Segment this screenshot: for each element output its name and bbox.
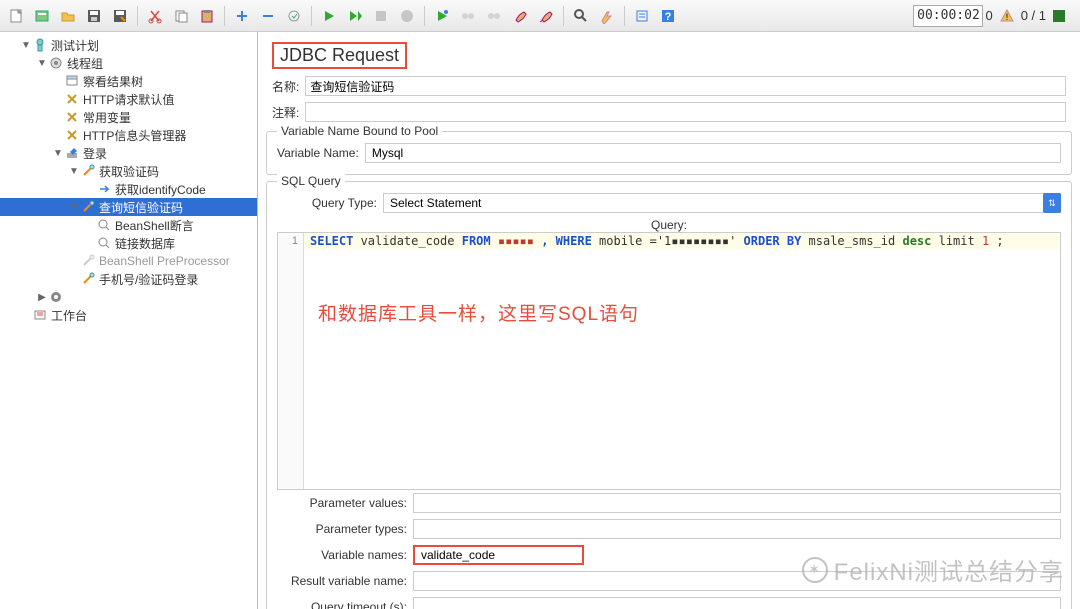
remote-start-all-icon[interactable] — [456, 4, 480, 28]
comment-input[interactable] — [305, 102, 1066, 122]
query-type-label: Query Type: — [277, 196, 377, 210]
function-helper-icon[interactable] — [630, 4, 654, 28]
result-var-label: Result variable name: — [277, 574, 407, 588]
run-icon[interactable] — [317, 4, 341, 28]
name-input[interactable] — [305, 76, 1066, 96]
search-icon[interactable] — [569, 4, 593, 28]
test-plan-tree[interactable]: ▼测试计划 ▼线程组 察看结果树 HTTP请求默认值 常用变量 HTTP信息头管… — [0, 32, 258, 609]
param-types-label: Parameter types: — [277, 522, 407, 536]
help-icon[interactable]: ? — [656, 4, 680, 28]
clear-all-icon[interactable] — [534, 4, 558, 28]
tree-query-sms[interactable]: ▼查询短信验证码 — [0, 198, 257, 216]
tree-view-results[interactable]: 察看结果树 — [0, 72, 257, 90]
thread-status-icon — [1052, 9, 1066, 23]
copy-icon[interactable] — [169, 4, 193, 28]
warn-count: 0 — [985, 8, 992, 23]
shutdown-icon[interactable] — [395, 4, 419, 28]
warning-icon[interactable]: ! — [999, 8, 1015, 24]
query-header: Query: — [277, 216, 1061, 232]
paste-icon[interactable] — [195, 4, 219, 28]
open-icon[interactable] — [56, 4, 80, 28]
tree-workbench[interactable]: 工作台 — [0, 306, 257, 324]
templates-icon[interactable] — [30, 4, 54, 28]
editor-pane: JDBC Request 名称: 注释: Variable Name Bound… — [258, 32, 1080, 609]
variable-name-label: Variable Name: — [277, 146, 359, 160]
stop-icon[interactable] — [369, 4, 393, 28]
sql-line-1[interactable]: SELECT validate_code FROM ▪▪▪▪▪ , WHERE … — [304, 233, 1060, 249]
save-icon[interactable] — [82, 4, 106, 28]
comment-label: 注释: — [272, 104, 299, 121]
param-values-input[interactable] — [413, 493, 1061, 513]
tree-header-mgr[interactable]: HTTP信息头管理器 — [0, 126, 257, 144]
save-as-icon[interactable] — [108, 4, 132, 28]
new-icon[interactable] — [4, 4, 28, 28]
result-var-input[interactable] — [413, 571, 1061, 591]
clear-icon[interactable] — [508, 4, 532, 28]
remote-stop-icon[interactable] — [482, 4, 506, 28]
sql-fieldset: SQL Query Query Type: ⇅ Query: 1 SELECT … — [266, 181, 1072, 609]
tree-beanshell-pre[interactable]: BeanShell PreProcessor — [0, 252, 257, 270]
tree-http-defaults[interactable]: HTTP请求默认值 — [0, 90, 257, 108]
tree-login[interactable]: ▼登录 — [0, 144, 257, 162]
run-noTimer-icon[interactable] — [343, 4, 367, 28]
svg-text:!: ! — [1005, 12, 1008, 22]
tree-get-code[interactable]: ▼获取验证码 — [0, 162, 257, 180]
tree-user-vars[interactable]: 常用变量 — [0, 108, 257, 126]
toggle-icon[interactable] — [282, 4, 306, 28]
query-timeout-label: Query timeout (s): — [277, 600, 407, 609]
variable-names-label: Variable names: — [277, 548, 407, 562]
component-title: JDBC Request — [272, 42, 407, 69]
variable-name-input[interactable] — [365, 143, 1061, 163]
remote-start-icon[interactable] — [430, 4, 454, 28]
name-label: 名称: — [272, 78, 299, 95]
elapsed-timer: 00:00:02 — [913, 5, 983, 27]
sql-editor[interactable]: 1 SELECT validate_code FROM ▪▪▪▪▪ , WHER… — [277, 232, 1061, 490]
query-type-select[interactable] — [383, 193, 1061, 213]
main-toolbar: ? 00:00:02 0 ! 0 / 1 — [0, 0, 1080, 32]
tree-gear[interactable]: ▶ — [0, 288, 257, 306]
cut-icon[interactable] — [143, 4, 167, 28]
variable-names-input[interactable] — [413, 545, 584, 565]
tree-identify-code[interactable]: 获取identifyCode — [0, 180, 257, 198]
annotation-text: 和数据库工具一样，这里写SQL语句 — [318, 299, 639, 326]
reset-search-icon[interactable] — [595, 4, 619, 28]
tree-jdbc-conn[interactable]: 链接数据库 — [0, 234, 257, 252]
thread-count: 0 / 1 — [1021, 8, 1046, 23]
tree-phone-login[interactable]: 手机号/验证码登录 — [0, 270, 257, 288]
expand-icon[interactable] — [230, 4, 254, 28]
param-types-input[interactable] — [413, 519, 1061, 539]
param-values-label: Parameter values: — [277, 496, 407, 510]
tree-test-plan[interactable]: ▼测试计划 — [0, 36, 257, 54]
tree-thread-group[interactable]: ▼线程组 — [0, 54, 257, 72]
collapse-icon[interactable] — [256, 4, 280, 28]
svg-text:?: ? — [665, 11, 672, 23]
tree-beanshell-assert[interactable]: BeanShell断言 — [0, 216, 257, 234]
chevron-up-down-icon[interactable]: ⇅ — [1043, 193, 1061, 213]
query-timeout-input[interactable] — [413, 597, 1061, 609]
pool-fieldset: Variable Name Bound to Pool Variable Nam… — [266, 131, 1072, 175]
